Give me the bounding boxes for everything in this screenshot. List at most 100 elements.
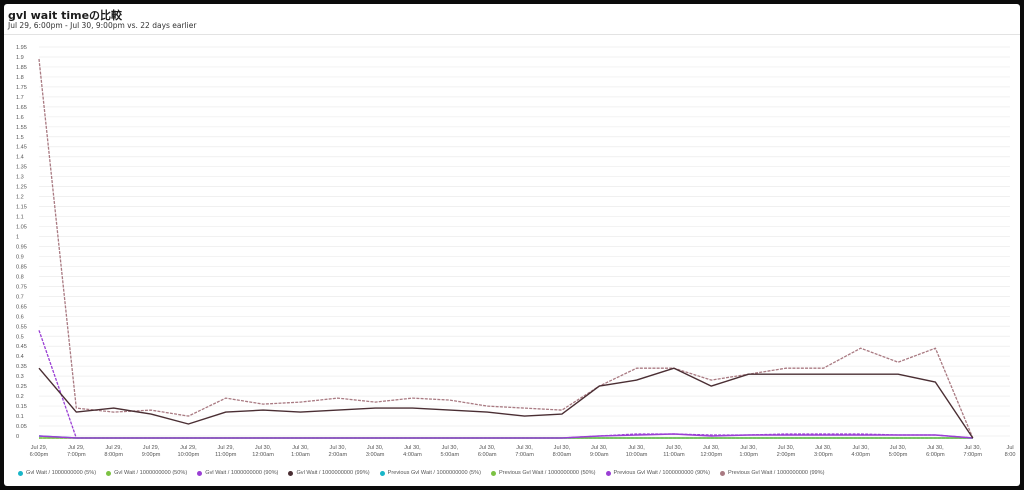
- y-tick-label: 0.15: [16, 404, 27, 410]
- x-tick-label: Jul 30,: [965, 445, 982, 451]
- x-tick-label: Jul 30,: [927, 445, 944, 451]
- x-tick-label: Jul 30,: [890, 445, 907, 451]
- legend-label: Gvl Wait / 1000000000 (50%): [114, 470, 188, 476]
- x-tick-label: 6:00pm: [30, 452, 49, 458]
- y-tick-label: 0.55: [16, 324, 27, 330]
- y-tick-label: 0.25: [16, 384, 27, 390]
- x-tick-label: 4:00am: [403, 452, 422, 458]
- x-tick-label: Jul 30,: [404, 445, 421, 451]
- x-tick-label: Jul 30,: [778, 445, 795, 451]
- x-tick-label: Jul 30,: [666, 445, 683, 451]
- legend-label: Gvl Wait / 1000000000 (99%): [296, 470, 370, 476]
- x-tick-label: 5:00pm: [889, 452, 908, 458]
- series-line: [38, 367, 974, 439]
- legend-swatch: [18, 470, 23, 476]
- y-tick-label: 1.55: [16, 125, 27, 131]
- legend-item[interactable]: Gvl Wait / 1000000000 (5%): [18, 470, 96, 476]
- x-tick-label: Jul 29,: [68, 445, 85, 451]
- legend-label: Gvl Wait / 1000000000 (90%): [205, 470, 279, 476]
- x-tick-label: 2:00pm: [777, 452, 796, 458]
- x-tick-label: 5:00am: [441, 452, 460, 458]
- y-tick-label: 1.75: [16, 85, 27, 91]
- legend-item[interactable]: Previous Gvl Wait / 1000000000 (5%): [379, 470, 482, 476]
- legend-item[interactable]: Gvl Wait / 1000000000 (50%): [106, 470, 187, 476]
- y-tick-label: 1.1: [16, 215, 24, 221]
- x-tick-label: Jul 30,: [479, 445, 496, 451]
- x-tick-label: 12:00am: [252, 452, 274, 458]
- y-tick-label: 0.3: [16, 374, 24, 380]
- legend-label: Previous Gvl Wait / 1000000000 (5%): [387, 470, 482, 476]
- y-tick-label: 0.4: [16, 354, 24, 360]
- legend-label: Previous Gvl Wait / 1000000000 (90%): [613, 470, 711, 476]
- y-tick-label: 1: [16, 235, 19, 241]
- y-tick-label: 0.85: [16, 264, 27, 270]
- x-tick-label: 1:00am: [291, 452, 310, 458]
- x-tick-label: Jul 30,: [703, 445, 720, 451]
- y-tick-label: 1.05: [16, 225, 27, 231]
- x-tick-label: Jul 30,: [852, 445, 869, 451]
- x-tick-label: 8:00pm: [104, 452, 123, 458]
- legend-swatch: [605, 470, 611, 476]
- legend-swatch: [720, 470, 726, 476]
- legend-item[interactable]: Previous Gvl Wait / 1000000000 (50%): [491, 470, 596, 476]
- legend-swatch: [288, 470, 294, 476]
- legend-item[interactable]: Gvl Wait / 1000000000 (90%): [197, 470, 278, 476]
- x-tick-label: Jul 30,: [367, 445, 384, 451]
- y-tick-label: 1.5: [16, 135, 24, 141]
- legend-item[interactable]: Gvl Wait / 1000000000 (99%): [288, 470, 370, 476]
- x-tick-label: 11:00pm: [215, 452, 237, 458]
- x-tick-label: Jul 30,: [815, 445, 832, 451]
- x-tick-label: Jul 30,: [516, 445, 533, 451]
- legend-swatch: [379, 470, 385, 476]
- x-tick-label: 1:00pm: [739, 452, 758, 458]
- x-tick-label: Jul 29,: [143, 445, 160, 451]
- x-tick-label: 2:00am: [328, 452, 347, 458]
- y-tick-label: 0.6: [16, 314, 24, 320]
- y-tick-label: 0.75: [16, 284, 27, 290]
- legend-label: Previous Gvl Wait / 1000000000 (50%): [499, 470, 596, 476]
- y-tick-label: 0.7: [16, 294, 24, 300]
- y-tick-label: 0.65: [16, 304, 27, 310]
- y-tick-label: 0.05: [16, 424, 27, 430]
- y-tick-label: 1.15: [16, 205, 27, 211]
- x-tick-label: 10:00pm: [178, 452, 200, 458]
- chart-panel: gvl wait timeの比較 Jul 29, 6:00pm - Jul 30…: [4, 4, 1020, 486]
- x-tick-label: 7:00pm: [963, 452, 982, 458]
- legend-item[interactable]: Previous Gvl Wait / 1000000000 (99%): [720, 470, 825, 476]
- y-tick-label: 1.25: [16, 185, 27, 191]
- y-tick-label: 0.35: [16, 364, 27, 370]
- y-tick-label: 0.9: [16, 254, 24, 260]
- x-tick-label: 4:00pm: [851, 452, 870, 458]
- x-tick-label: Jul 30,: [442, 445, 459, 451]
- y-tick-label: 1.6: [16, 115, 24, 121]
- y-tick-label: 1.7: [16, 95, 24, 101]
- x-tick-label: 10:00am: [626, 452, 648, 458]
- y-tick-label: 0.8: [16, 274, 24, 280]
- y-tick-label: 1.4: [16, 155, 24, 161]
- x-tick-label: Jul 30,: [554, 445, 571, 451]
- x-tick-label: Jul 30,: [591, 445, 608, 451]
- x-tick-label: Jul 30,: [628, 445, 645, 451]
- legend-swatch: [197, 470, 203, 476]
- legend-item[interactable]: Previous Gvl Wait / 1000000000 (90%): [605, 470, 711, 476]
- x-tick-label: 7:00am: [515, 452, 534, 458]
- y-tick-label: 0.5: [16, 334, 24, 340]
- x-tick-label: 9:00pm: [142, 452, 161, 458]
- y-tick-label: 0: [16, 434, 19, 440]
- y-tick-label: 0.45: [16, 344, 27, 350]
- x-tick-label: 8:00: [1005, 452, 1016, 458]
- y-tick-label: 0.95: [16, 244, 27, 250]
- y-tick-label: 1.65: [16, 105, 27, 111]
- y-tick-label: 0.1: [16, 414, 24, 420]
- x-tick-label: Jul 30,: [740, 445, 757, 451]
- y-tick-label: 1.85: [16, 65, 27, 71]
- x-tick-label: 7:00pm: [67, 452, 86, 458]
- x-tick-label: Jul 29,: [180, 445, 197, 451]
- x-tick-label: 3:00pm: [814, 452, 833, 458]
- y-tick-label: 1.9: [16, 55, 24, 61]
- y-tick-label: 1.2: [16, 195, 24, 201]
- x-tick-label: 8:00am: [553, 452, 572, 458]
- x-tick-label: Jul: [1007, 445, 1014, 451]
- x-tick-label: 9:00am: [590, 452, 609, 458]
- line-chart: 0 0.05 0.1 0.15 0.2 0.25 0.3 0.35 0.4 0.45 0.5 0.55…: [16, 45, 1016, 458]
